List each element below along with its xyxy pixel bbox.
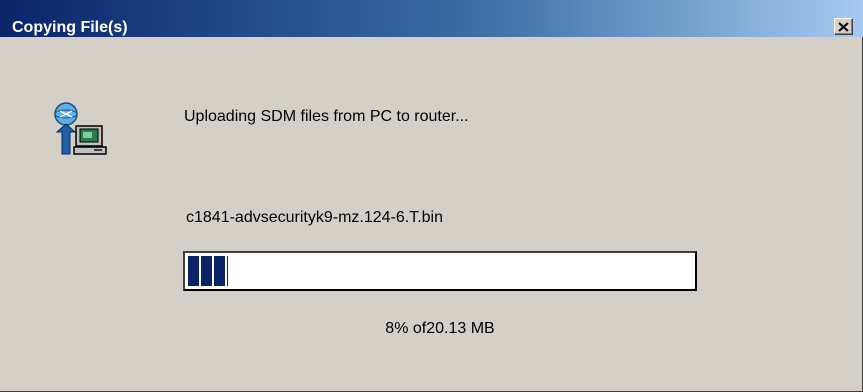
window-title: Copying File(s) [12,19,128,36]
progress-status: 8% of20.13 MB [385,320,495,337]
upload-message: Uploading SDM files from PC to router... [184,108,469,125]
progress-bar [183,251,697,291]
pc-to-router-upload-icon [50,102,110,158]
title-bar[interactable]: Copying File(s) [0,0,863,37]
progress-block [188,256,199,286]
file-name: c1841-advsecurityk9-mz.124-6.T.bin [186,209,444,226]
progress-fill [188,256,228,286]
close-icon [838,22,849,32]
progress-block [201,256,212,286]
progress-block [214,256,225,286]
copy-dialog: Copying File(s) Uploading SDM files from… [0,0,863,392]
close-button[interactable] [834,18,853,35]
progress-block [227,256,228,286]
